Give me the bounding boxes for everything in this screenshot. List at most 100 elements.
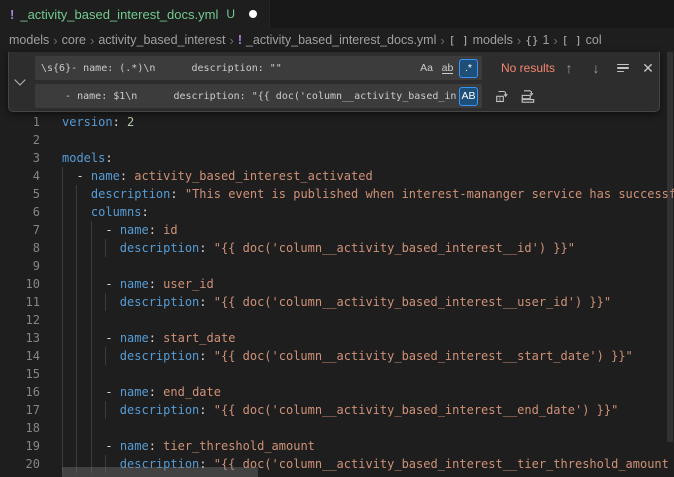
breadcrumb-separator-icon: › xyxy=(517,33,521,48)
code-line[interactable]: 2 xyxy=(0,131,674,149)
close-icon: ✕ xyxy=(642,60,654,77)
code-line[interactable]: 14 description: "{{ doc('column__activit… xyxy=(0,347,674,365)
breadcrumb-item-core[interactable]: core xyxy=(62,33,86,47)
code-text: columns: xyxy=(62,203,149,221)
breadcrumb-item-models[interactable]: [ ]models xyxy=(449,33,513,47)
indent-guide xyxy=(91,401,92,419)
line-number: 17 xyxy=(0,401,40,419)
line-number: 2 xyxy=(0,131,40,149)
indent-guide xyxy=(91,419,92,437)
breadcrumb-label: _activity_based_interest_docs.yml xyxy=(246,33,436,47)
whole-word-toggle[interactable]: ab xyxy=(438,59,457,78)
find-in-selection-icon xyxy=(617,64,629,73)
indent-guide xyxy=(105,293,106,311)
yaml-file-icon: ! xyxy=(10,7,14,22)
indent-guide xyxy=(91,365,92,383)
breadcrumb-separator-icon: › xyxy=(90,33,94,48)
indent-guide xyxy=(76,257,77,275)
breadcrumb-item-1[interactable]: {}1 xyxy=(525,33,549,47)
line-number: 8 xyxy=(0,239,40,257)
code-line[interactable]: 3models: xyxy=(0,149,674,167)
line-number: 9 xyxy=(0,257,40,275)
code-line[interactable]: 17 description: "{{ doc('column__activit… xyxy=(0,401,674,419)
line-number: 20 xyxy=(0,455,40,473)
indent-guide xyxy=(76,185,77,203)
code-line[interactable]: 19 - name: tier_threshold_amount xyxy=(0,437,674,455)
find-input[interactable]: \s{6}- name: (.*)\n description: "" Aa a… xyxy=(35,56,482,80)
replace-all-button[interactable] xyxy=(517,85,539,107)
code-text: description: "{{ doc('column__activity_b… xyxy=(62,401,618,419)
line-number: 19 xyxy=(0,437,40,455)
replace-all-icon xyxy=(520,88,536,104)
indent-guide xyxy=(76,275,77,293)
indent-guide xyxy=(76,293,77,311)
find-replace-widget: \s{6}- name: (.*)\n description: "" Aa a… xyxy=(8,52,660,112)
code-text: - name: user_id xyxy=(62,275,214,293)
indent-guide xyxy=(62,419,63,437)
previous-match-button[interactable]: ↑ xyxy=(558,57,580,79)
code-line[interactable]: 12 xyxy=(0,311,674,329)
indent-guide xyxy=(62,185,63,203)
breadcrumb-item--activity-based-interest-docs-yml[interactable]: !_activity_based_interest_docs.yml xyxy=(238,33,437,47)
code-text: - name: start_date xyxy=(62,329,235,347)
code-line[interactable]: 16 - name: end_date xyxy=(0,383,674,401)
code-line[interactable]: 11 description: "{{ doc('column__activit… xyxy=(0,293,674,311)
code-text: - name: id xyxy=(62,221,178,239)
find-in-selection-button[interactable] xyxy=(612,57,634,79)
line-number: 11 xyxy=(0,293,40,311)
tab-bar: ! _activity_based_interest_docs.yml U xyxy=(0,0,674,28)
chevron-down-icon xyxy=(14,74,25,85)
regex-toggle[interactable]: .* xyxy=(459,59,478,78)
vertical-scrollbar[interactable] xyxy=(667,52,673,442)
horizontal-scrollbar[interactable] xyxy=(62,467,258,477)
close-find-button[interactable]: ✕ xyxy=(637,57,659,79)
code-line[interactable]: 9 xyxy=(0,257,674,275)
line-number: 10 xyxy=(0,275,40,293)
arrow-down-icon: ↓ xyxy=(593,60,600,76)
breadcrumb-separator-icon: › xyxy=(229,33,233,48)
indent-guide xyxy=(62,365,63,383)
breadcrumb-item-col[interactable]: [ ]col xyxy=(562,33,602,47)
replace-button[interactable]: c xyxy=(491,85,513,107)
code-line[interactable]: 1version: 2 xyxy=(0,113,674,131)
tab-active-yaml-file[interactable]: ! _activity_based_interest_docs.yml U xyxy=(0,0,270,28)
preserve-case-toggle[interactable]: AB xyxy=(459,87,478,106)
line-number: 7 xyxy=(0,221,40,239)
indent-guide xyxy=(76,329,77,347)
code-text: - name: activity_based_interest_activate… xyxy=(62,167,373,185)
code-editor[interactable]: 1version: 223models:4 - name: activity_b… xyxy=(0,113,674,473)
breadcrumb-item-models[interactable]: models xyxy=(9,33,49,47)
whole-word-icon: ab xyxy=(442,63,454,74)
code-line[interactable]: 5 description: "This event is published … xyxy=(0,185,674,203)
indent-guide xyxy=(76,365,77,383)
indent-guide xyxy=(62,401,63,419)
indent-guide xyxy=(91,293,92,311)
indent-guide xyxy=(105,347,106,365)
code-line[interactable]: 15 xyxy=(0,365,674,383)
replace-input-value: - name: $1\n description: "{{ doc('colum… xyxy=(41,91,457,102)
next-match-button[interactable]: ↓ xyxy=(585,57,607,79)
code-text: version: 2 xyxy=(62,113,134,131)
match-case-toggle[interactable]: Aa xyxy=(417,59,436,78)
code-line[interactable]: 18 xyxy=(0,419,674,437)
line-number: 14 xyxy=(0,347,40,365)
code-line[interactable]: 10 - name: user_id xyxy=(0,275,674,293)
breadcrumb-item-activity-based-interest[interactable]: activity_based_interest xyxy=(98,33,225,47)
indent-guide xyxy=(76,239,77,257)
code-line[interactable]: 4 - name: activity_based_interest_activa… xyxy=(0,167,674,185)
indent-guide xyxy=(91,221,92,239)
indent-guide xyxy=(62,383,63,401)
indent-guide xyxy=(76,311,77,329)
code-line[interactable]: 7 - name: id xyxy=(0,221,674,239)
code-line[interactable]: 6 columns: xyxy=(0,203,674,221)
code-text: - name: tier_threshold_amount xyxy=(62,437,315,455)
code-line[interactable]: 13 - name: start_date xyxy=(0,329,674,347)
indent-guide xyxy=(76,347,77,365)
line-number: 18 xyxy=(0,419,40,437)
modified-dot-icon[interactable] xyxy=(249,10,257,18)
code-line[interactable]: 8 description: "{{ doc('column__activity… xyxy=(0,239,674,257)
code-text: description: "This event is published wh… xyxy=(62,185,674,203)
toggle-replace-button[interactable] xyxy=(9,52,31,111)
preserve-case-icon: AB xyxy=(461,90,475,102)
replace-input[interactable]: - name: $1\n description: "{{ doc('colum… xyxy=(35,84,482,108)
